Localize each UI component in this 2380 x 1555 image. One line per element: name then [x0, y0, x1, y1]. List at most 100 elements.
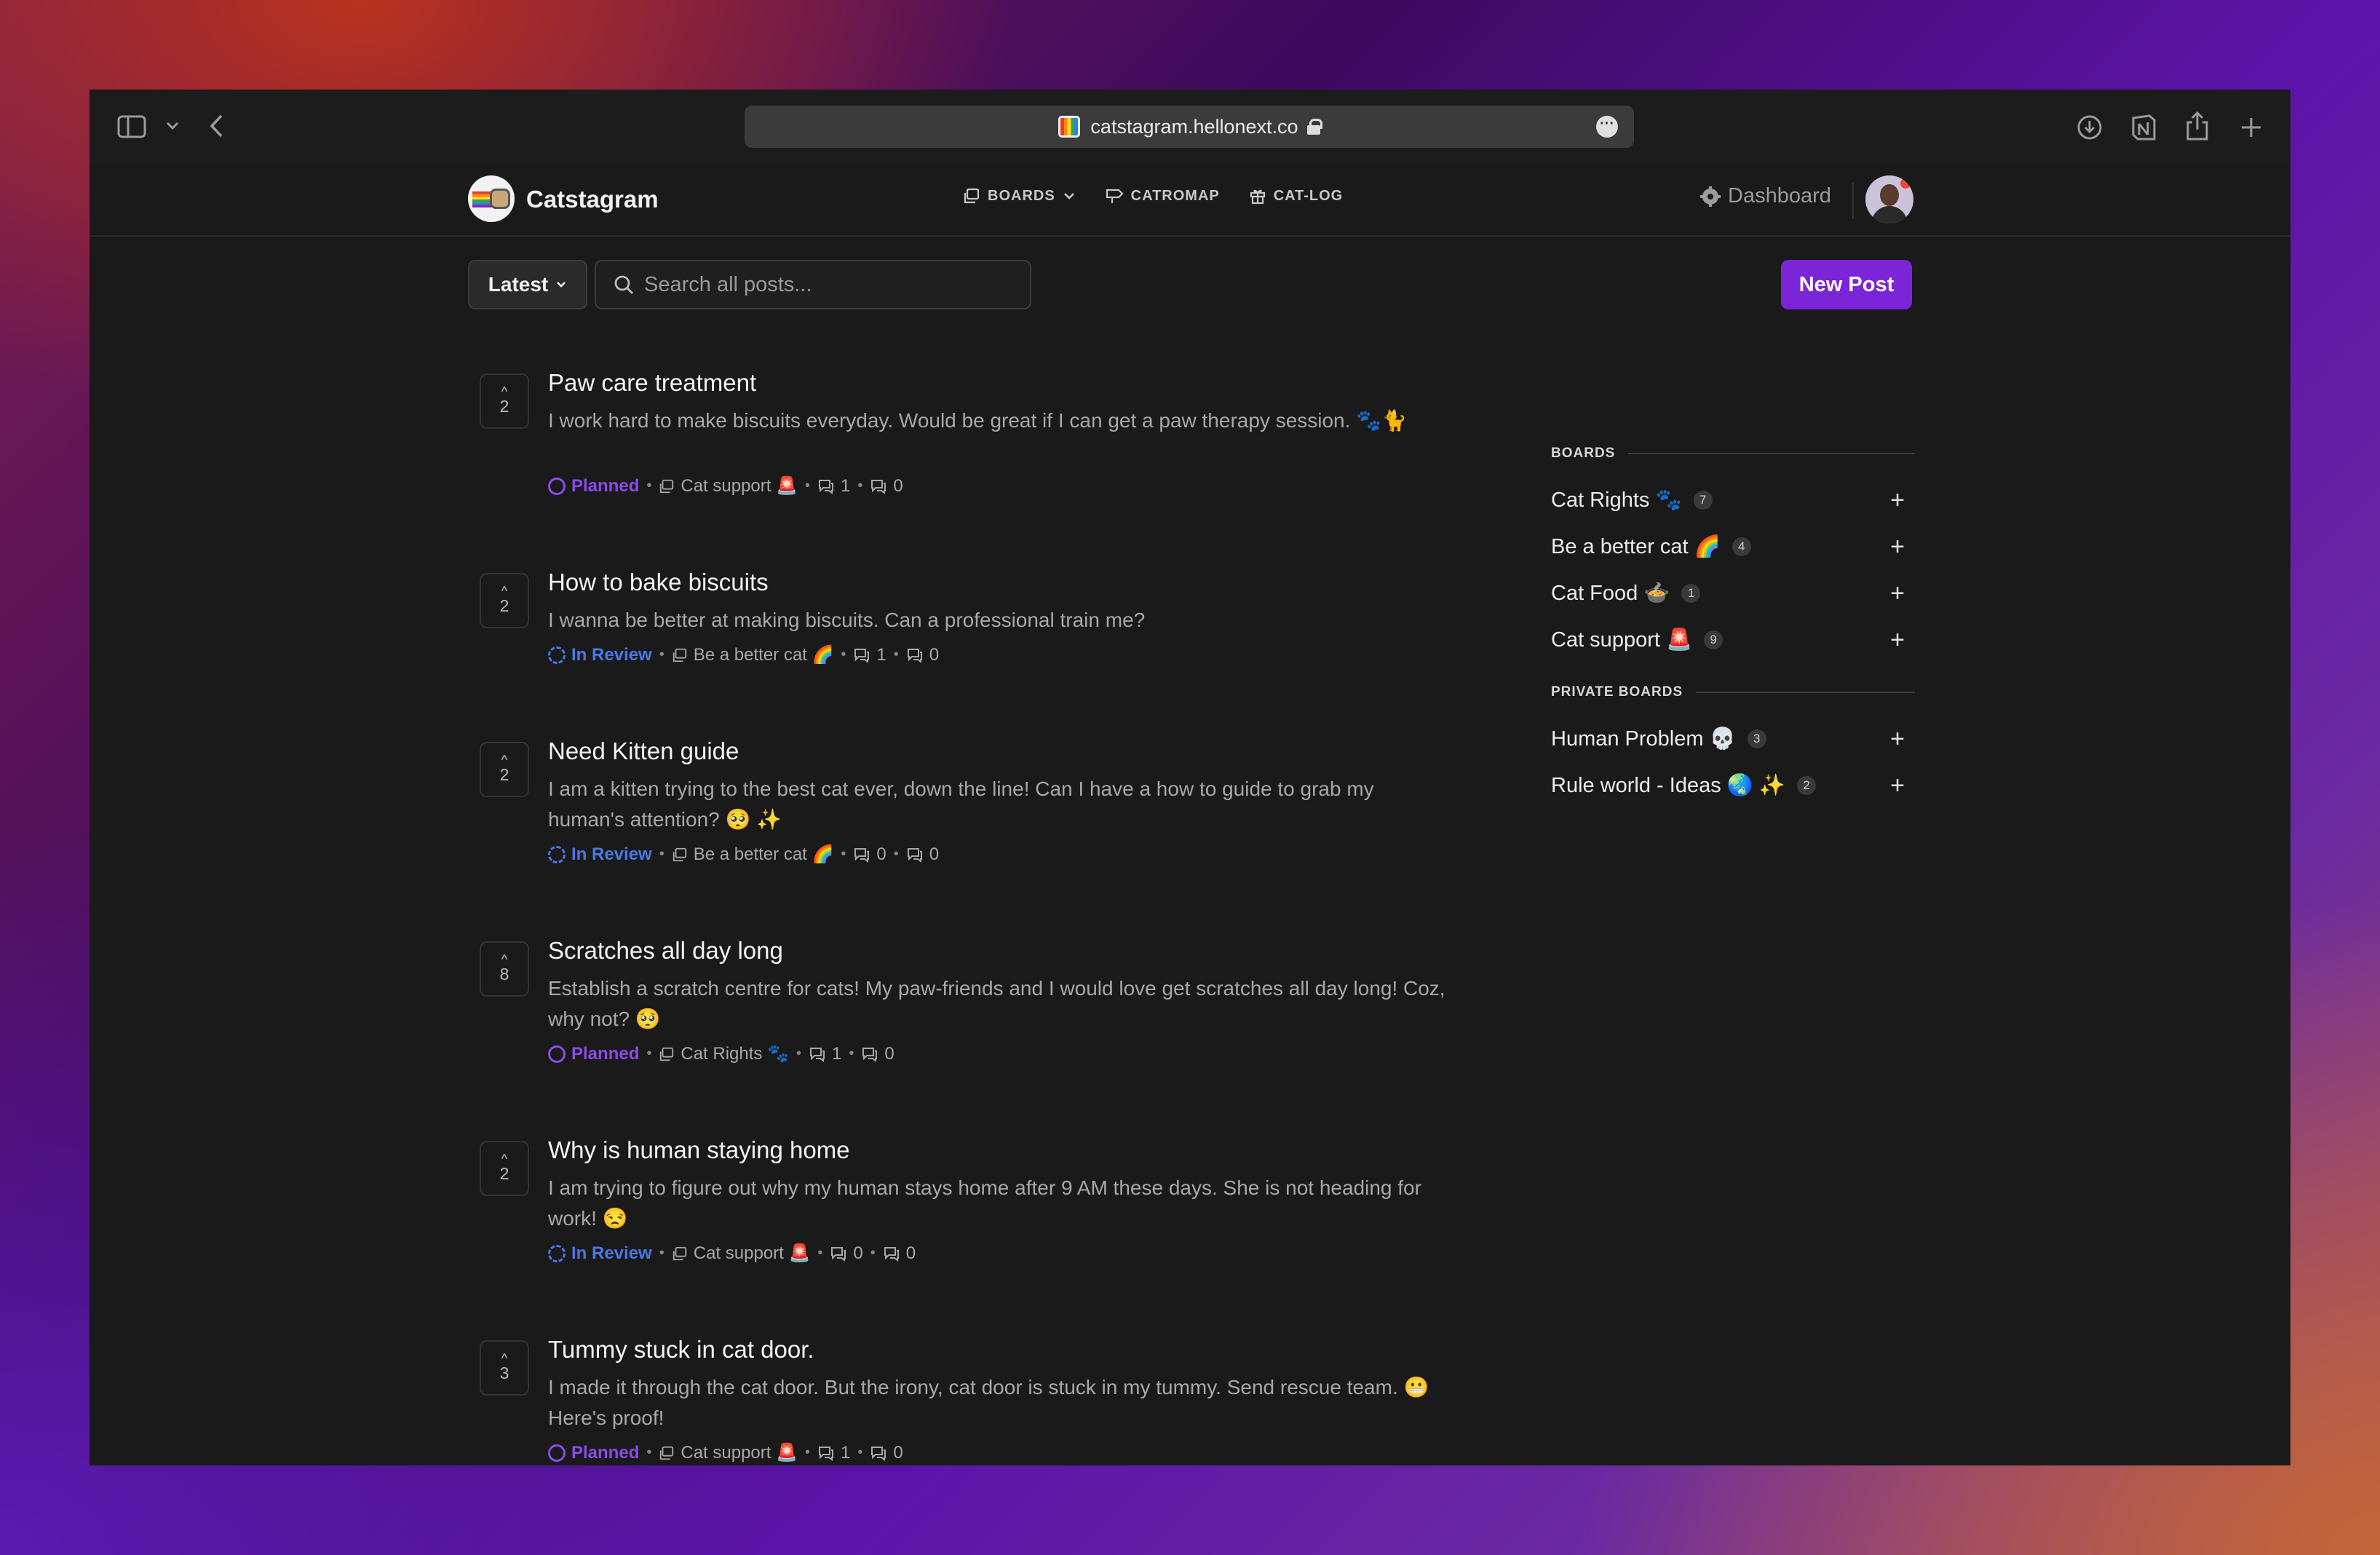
status-badge: In Review — [548, 1243, 652, 1264]
boards-icon — [660, 1047, 674, 1061]
board-count: 3 — [1747, 729, 1766, 748]
board-tag[interactable]: Be a better cat 🌈 — [672, 644, 833, 665]
sidebar-item-cat-rights[interactable]: Cat Rights 🐾 7 + — [1551, 477, 1915, 523]
nav-cat-log[interactable]: CAT-LOG — [1249, 187, 1344, 205]
share-icon[interactable] — [2183, 110, 2212, 142]
upvote-button[interactable]: ^ 3 — [480, 1340, 529, 1396]
post-title[interactable]: Need Kitten guide — [548, 737, 739, 765]
plus-icon[interactable]: + — [1890, 725, 1905, 753]
vote-count: 2 — [499, 396, 509, 416]
post-meta: Planned • Cat Rights 🐾 • 1 • 0 — [548, 1043, 895, 1064]
post-title[interactable]: Why is human staying home — [548, 1136, 850, 1164]
search-input[interactable] — [644, 272, 1023, 297]
sort-dropdown[interactable]: Latest — [468, 260, 587, 309]
gift-icon — [1250, 189, 1265, 205]
dashboard-link[interactable]: Dashboard — [1700, 184, 1831, 208]
post-description: Establish a scratch centre for cats! My … — [548, 977, 1445, 1030]
status-circle-icon — [548, 646, 566, 664]
upvote-button[interactable]: ^ 2 — [480, 742, 529, 797]
chat-icon — [907, 648, 922, 663]
plus-icon[interactable]: + — [1890, 579, 1905, 608]
post-title[interactable]: Scratches all day long — [548, 937, 783, 965]
chat-icon — [884, 1246, 899, 1262]
site-favicon-icon — [1058, 116, 1081, 138]
notion-icon[interactable] — [2129, 113, 2158, 142]
header-divider — [1852, 183, 1854, 219]
dashboard-label: Dashboard — [1728, 184, 1831, 207]
reply-count: 0 — [870, 476, 903, 496]
board-tag[interactable]: Be a better cat 🌈 — [672, 844, 833, 865]
plus-icon[interactable]: + — [1890, 486, 1905, 515]
plus-icon[interactable]: + — [1890, 626, 1905, 654]
address-bar[interactable]: catstagram.hellonext.co ··· — [745, 106, 1634, 148]
comment-icon — [819, 1446, 834, 1461]
nav-catromap[interactable]: CATROMAP — [1105, 187, 1220, 205]
sidebar-item-be-a-better-cat[interactable]: Be a better cat 🌈 4 + — [1551, 523, 1915, 570]
sidebar-item-rule-world-ideas[interactable]: Rule world - Ideas 🌏 ✨ 2 + — [1551, 762, 1915, 809]
comment-count: 1 — [809, 1044, 841, 1064]
more-options-icon[interactable]: ··· — [1596, 116, 1618, 138]
browser-toolbar: catstagram.hellonext.co ··· — [90, 90, 2290, 165]
upvote-button[interactable]: ^ 2 — [480, 1141, 529, 1196]
app-header: Catstagram BOARDS CATROMAP CAT-LOG Dashb… — [90, 165, 2290, 237]
nav-boards[interactable]: BOARDS — [963, 187, 1076, 205]
post-title[interactable]: Tummy stuck in cat door. — [548, 1336, 814, 1364]
board-tag[interactable]: Cat support 🚨 — [659, 475, 798, 496]
comment-icon — [854, 648, 870, 663]
board-count: 1 — [1681, 584, 1701, 603]
boards-icon — [673, 847, 686, 861]
board-tag[interactable]: Cat Rights 🐾 — [659, 1043, 789, 1064]
post-title[interactable]: Paw care treatment — [548, 369, 756, 397]
upvote-button[interactable]: ^ 2 — [480, 573, 529, 628]
board-label: Cat Food 🍲 — [1551, 582, 1670, 605]
chat-icon — [907, 847, 922, 863]
sidebar-item-human-problem[interactable]: Human Problem 💀 3 + — [1551, 716, 1915, 762]
chevron-down-icon — [1063, 193, 1074, 199]
vote-count: 2 — [499, 596, 509, 615]
chevron-down-icon[interactable] — [164, 117, 181, 135]
board-tag[interactable]: Cat support 🚨 — [672, 1243, 810, 1264]
sidebar-item-cat-support[interactable]: Cat support 🚨 9 + — [1551, 617, 1915, 663]
signpost-icon — [1106, 189, 1124, 203]
post-title[interactable]: How to bake biscuits — [548, 569, 769, 596]
nav-cat-log-label: CAT-LOG — [1273, 187, 1344, 204]
url-text: catstagram.hellonext.co — [1090, 115, 1298, 138]
new-tab-plus-icon[interactable] — [2237, 113, 2266, 142]
new-post-button[interactable]: New Post — [1781, 260, 1912, 309]
sort-label: Latest — [488, 273, 549, 296]
lock-icon — [1306, 119, 1322, 135]
plus-icon[interactable]: + — [1890, 533, 1905, 561]
vote-count: 8 — [499, 964, 509, 984]
reply-count: 0 — [906, 844, 939, 865]
boards-sidebar: BOARDS Cat Rights 🐾 7 + Be a better cat 🌈… — [1551, 439, 1915, 809]
boards-icon — [673, 1246, 686, 1260]
notification-dot — [1900, 178, 1911, 189]
sidebar-item-cat-food[interactable]: Cat Food 🍲 1 + — [1551, 570, 1915, 617]
back-arrow-icon[interactable] — [206, 111, 228, 141]
boards-icon — [964, 188, 980, 204]
status-badge: Planned — [548, 1044, 639, 1064]
brand-logo[interactable] — [468, 175, 515, 222]
caret-up-icon: ^ — [501, 951, 508, 967]
chat-icon — [871, 479, 886, 494]
caret-up-icon: ^ — [501, 1350, 508, 1366]
post-meta: In Review • Cat support 🚨 • 0 • 0 — [548, 1243, 916, 1264]
post-description: I made it through the cat door. But the … — [548, 1376, 1429, 1429]
sidebar-toggle-icon[interactable] — [117, 114, 146, 139]
reply-count: 0 — [883, 1243, 916, 1264]
plus-icon[interactable]: + — [1890, 772, 1905, 800]
upvote-button[interactable]: ^ 8 — [480, 941, 529, 997]
gear-icon — [1700, 186, 1721, 207]
comment-icon — [819, 479, 834, 494]
status-badge: In Review — [548, 844, 652, 865]
download-icon[interactable] — [2075, 113, 2104, 142]
board-tag[interactable]: Cat support 🚨 — [659, 1442, 798, 1463]
user-avatar[interactable] — [1865, 175, 1913, 223]
status-circle-icon — [548, 1444, 566, 1462]
browser-window: catstagram.hellonext.co ··· Catstagram B… — [90, 90, 2290, 1465]
brand-name[interactable]: Catstagram — [526, 186, 659, 213]
board-label: Cat Rights 🐾 — [1551, 488, 1682, 512]
caret-up-icon: ^ — [501, 1151, 508, 1166]
upvote-button[interactable]: ^ 2 — [480, 373, 529, 429]
vote-count: 2 — [499, 1163, 509, 1183]
